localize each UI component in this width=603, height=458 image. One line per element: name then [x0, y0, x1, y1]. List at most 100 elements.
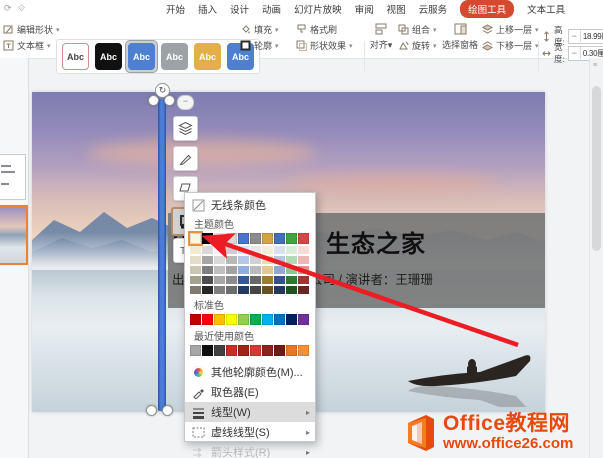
- color-swatch[interactable]: [286, 276, 297, 284]
- dash-style-item[interactable]: 虚线线型(S) ▸: [185, 422, 315, 442]
- color-swatch[interactable]: [202, 233, 213, 244]
- color-swatch[interactable]: [214, 233, 225, 244]
- color-swatch[interactable]: [250, 345, 261, 356]
- color-swatch[interactable]: [262, 233, 273, 244]
- ribbon-tab-0[interactable]: 开始: [166, 2, 185, 16]
- color-swatch[interactable]: [274, 286, 285, 294]
- color-swatch[interactable]: [298, 314, 309, 325]
- color-swatch[interactable]: [274, 233, 285, 244]
- color-swatch[interactable]: [286, 233, 297, 244]
- color-swatch[interactable]: [274, 256, 285, 264]
- scrollbar-thumb[interactable]: [592, 86, 601, 251]
- color-swatch[interactable]: [250, 233, 261, 244]
- color-swatch[interactable]: [238, 286, 249, 294]
- ribbon-tab-8[interactable]: 绘图工具: [460, 0, 515, 18]
- color-swatch[interactable]: [262, 345, 273, 356]
- color-swatch[interactable]: [214, 286, 225, 294]
- color-swatch[interactable]: [202, 246, 213, 254]
- ribbon-tab-2[interactable]: 设计: [230, 2, 249, 16]
- color-swatch[interactable]: [190, 345, 201, 356]
- color-swatch[interactable]: [190, 276, 201, 284]
- color-swatch[interactable]: [226, 276, 237, 284]
- color-swatch[interactable]: [298, 233, 309, 244]
- edit-shape-button[interactable]: 编辑形状 ▾: [3, 23, 60, 36]
- height-value[interactable]: 18.99厘米: [581, 31, 603, 42]
- selected-line-shape[interactable]: [158, 99, 166, 411]
- width-value[interactable]: 0.30厘米: [581, 48, 603, 59]
- color-swatch[interactable]: [188, 231, 203, 246]
- shape-handle-bottom-left[interactable]: [146, 405, 157, 416]
- bring-forward-button[interactable]: 上移一层 ▾: [482, 23, 539, 36]
- color-swatch[interactable]: [202, 345, 213, 356]
- ribbon-tab-7[interactable]: 云服务: [419, 2, 448, 16]
- color-swatch[interactable]: [226, 345, 237, 356]
- color-swatch[interactable]: [274, 314, 285, 325]
- color-swatch[interactable]: [238, 276, 249, 284]
- color-swatch[interactable]: [286, 256, 297, 264]
- scrollbar-top-mark[interactable]: ≡: [593, 62, 597, 69]
- color-swatch[interactable]: [238, 246, 249, 254]
- color-swatch[interactable]: [226, 256, 237, 264]
- color-swatch[interactable]: [226, 266, 237, 274]
- ribbon-tab-3[interactable]: 动画: [262, 2, 281, 16]
- shape-handle-bottom-right[interactable]: [162, 405, 173, 416]
- color-swatch[interactable]: [190, 256, 201, 264]
- color-swatch[interactable]: [190, 246, 201, 254]
- shape-effects-button[interactable]: 形状效果 ▾: [296, 39, 353, 52]
- color-swatch[interactable]: [286, 345, 297, 356]
- color-swatch[interactable]: [238, 345, 249, 356]
- color-swatch[interactable]: [286, 246, 297, 254]
- eyedropper-item[interactable]: 取色器(E): [185, 382, 315, 402]
- color-swatch[interactable]: [286, 314, 297, 325]
- color-swatch[interactable]: [190, 286, 201, 294]
- pencil-button[interactable]: [173, 146, 198, 171]
- color-swatch[interactable]: [250, 246, 261, 254]
- color-swatch[interactable]: [250, 314, 261, 325]
- no-line-color-item[interactable]: 无线条颜色: [185, 196, 315, 214]
- color-swatch[interactable]: [274, 345, 285, 356]
- selection-pane-button[interactable]: 选择窗格: [440, 22, 480, 51]
- color-swatch[interactable]: [262, 276, 273, 284]
- shape-style-option-2[interactable]: Abc: [128, 43, 155, 70]
- send-backward-button[interactable]: 下移一层 ▾: [482, 39, 539, 52]
- color-swatch[interactable]: [202, 314, 213, 325]
- color-swatch[interactable]: [214, 345, 225, 356]
- layers-button[interactable]: [173, 116, 198, 141]
- color-swatch[interactable]: [190, 266, 201, 274]
- color-swatch[interactable]: [298, 276, 309, 284]
- color-swatch[interactable]: [274, 266, 285, 274]
- vertical-scrollbar[interactable]: ≡: [589, 58, 603, 458]
- ribbon-tab-5[interactable]: 审阅: [355, 2, 374, 16]
- color-swatch[interactable]: [238, 266, 249, 274]
- slide-title-fragment-right[interactable]: 生态之家: [326, 224, 426, 259]
- shape-handle-top-right[interactable]: [164, 95, 175, 106]
- color-swatch[interactable]: [262, 266, 273, 274]
- ribbon-tab-6[interactable]: 视图: [387, 2, 406, 16]
- shape-style-option-3[interactable]: Abc: [161, 43, 188, 70]
- slide-thumbnail-2-selected[interactable]: [0, 205, 28, 265]
- color-swatch[interactable]: [238, 256, 249, 264]
- color-swatch[interactable]: [298, 266, 309, 274]
- outline-button[interactable]: 轮廓 ▾: [240, 39, 279, 52]
- color-swatch[interactable]: [190, 314, 201, 325]
- color-swatch[interactable]: [262, 246, 273, 254]
- color-swatch[interactable]: [262, 314, 273, 325]
- color-swatch[interactable]: [298, 286, 309, 294]
- ribbon-tab-1[interactable]: 插入: [198, 2, 217, 16]
- color-swatch[interactable]: [250, 256, 261, 264]
- color-swatch[interactable]: [274, 276, 285, 284]
- format-painter-button[interactable]: 格式刷: [296, 23, 337, 36]
- color-swatch[interactable]: [286, 286, 297, 294]
- color-swatch[interactable]: [250, 286, 261, 294]
- color-swatch[interactable]: [262, 256, 273, 264]
- color-swatch[interactable]: [214, 266, 225, 274]
- color-swatch[interactable]: [250, 276, 261, 284]
- color-swatch[interactable]: [298, 256, 309, 264]
- color-swatch[interactable]: [202, 256, 213, 264]
- color-swatch[interactable]: [226, 246, 237, 254]
- color-swatch[interactable]: [202, 286, 213, 294]
- color-swatch[interactable]: [226, 314, 237, 325]
- rotate-button[interactable]: 旋转 ▾: [398, 39, 437, 52]
- color-swatch[interactable]: [274, 246, 285, 254]
- color-swatch[interactable]: [202, 276, 213, 284]
